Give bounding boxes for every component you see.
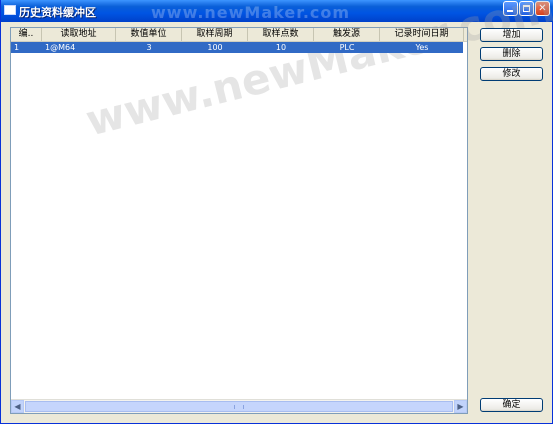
column-header-record-time[interactable]: 记录时间日期 xyxy=(380,28,464,41)
column-header-read-address[interactable]: 读取地址 xyxy=(42,28,116,41)
column-header-index[interactable]: 编.. xyxy=(11,28,42,41)
chevron-right-icon: ▶ xyxy=(457,402,464,411)
window-icon xyxy=(4,5,16,15)
column-header-trigger-source[interactable]: 触发源 xyxy=(314,28,380,41)
table-row[interactable]: 1 1@M64 3 100 10 PLC Yes xyxy=(11,42,463,53)
ok-button[interactable]: 确定 xyxy=(480,398,543,412)
add-button[interactable]: 增加 xyxy=(480,28,543,42)
cell-index: 1 xyxy=(14,43,20,52)
cell-trigger-source: PLC xyxy=(339,43,355,52)
delete-button[interactable]: 删除 xyxy=(480,47,543,61)
scroll-right-button[interactable]: ▶ xyxy=(454,400,467,413)
scrollbar-thumb[interactable] xyxy=(25,401,453,412)
column-header-sample-period[interactable]: 取样周期 xyxy=(182,28,248,41)
chevron-left-icon: ◀ xyxy=(14,402,21,411)
column-header-value-unit[interactable]: 数值单位 xyxy=(116,28,182,41)
cell-record-time: Yes xyxy=(415,43,429,52)
modify-button[interactable]: 修改 xyxy=(480,67,543,81)
horizontal-scrollbar[interactable]: ◀ ▶ xyxy=(11,399,467,413)
cell-sample-points: 10 xyxy=(275,43,287,52)
column-header-sample-points[interactable]: 取样点数 xyxy=(248,28,314,41)
grip-icon xyxy=(234,405,244,409)
window-title: 历史资料缓冲区 xyxy=(19,6,96,19)
cell-sample-period: 100 xyxy=(207,43,223,52)
cell-read-address: 1@M64 xyxy=(45,43,76,52)
history-buffer-dialog: 历史资料缓冲区 www.newMaker.com ✕ www.newMaker.… xyxy=(0,0,553,424)
title-watermark: www.newMaker.com xyxy=(151,3,351,22)
scroll-left-button[interactable]: ◀ xyxy=(11,400,24,413)
cell-value-unit: 3 xyxy=(146,43,152,52)
list-header: 编.. 读取地址 数值单位 取样周期 取样点数 触发源 记录时间日期 xyxy=(11,28,467,42)
history-list[interactable]: www.newMaker.com 编.. 读取地址 数值单位 取样周期 取样点数… xyxy=(10,0,553,414)
